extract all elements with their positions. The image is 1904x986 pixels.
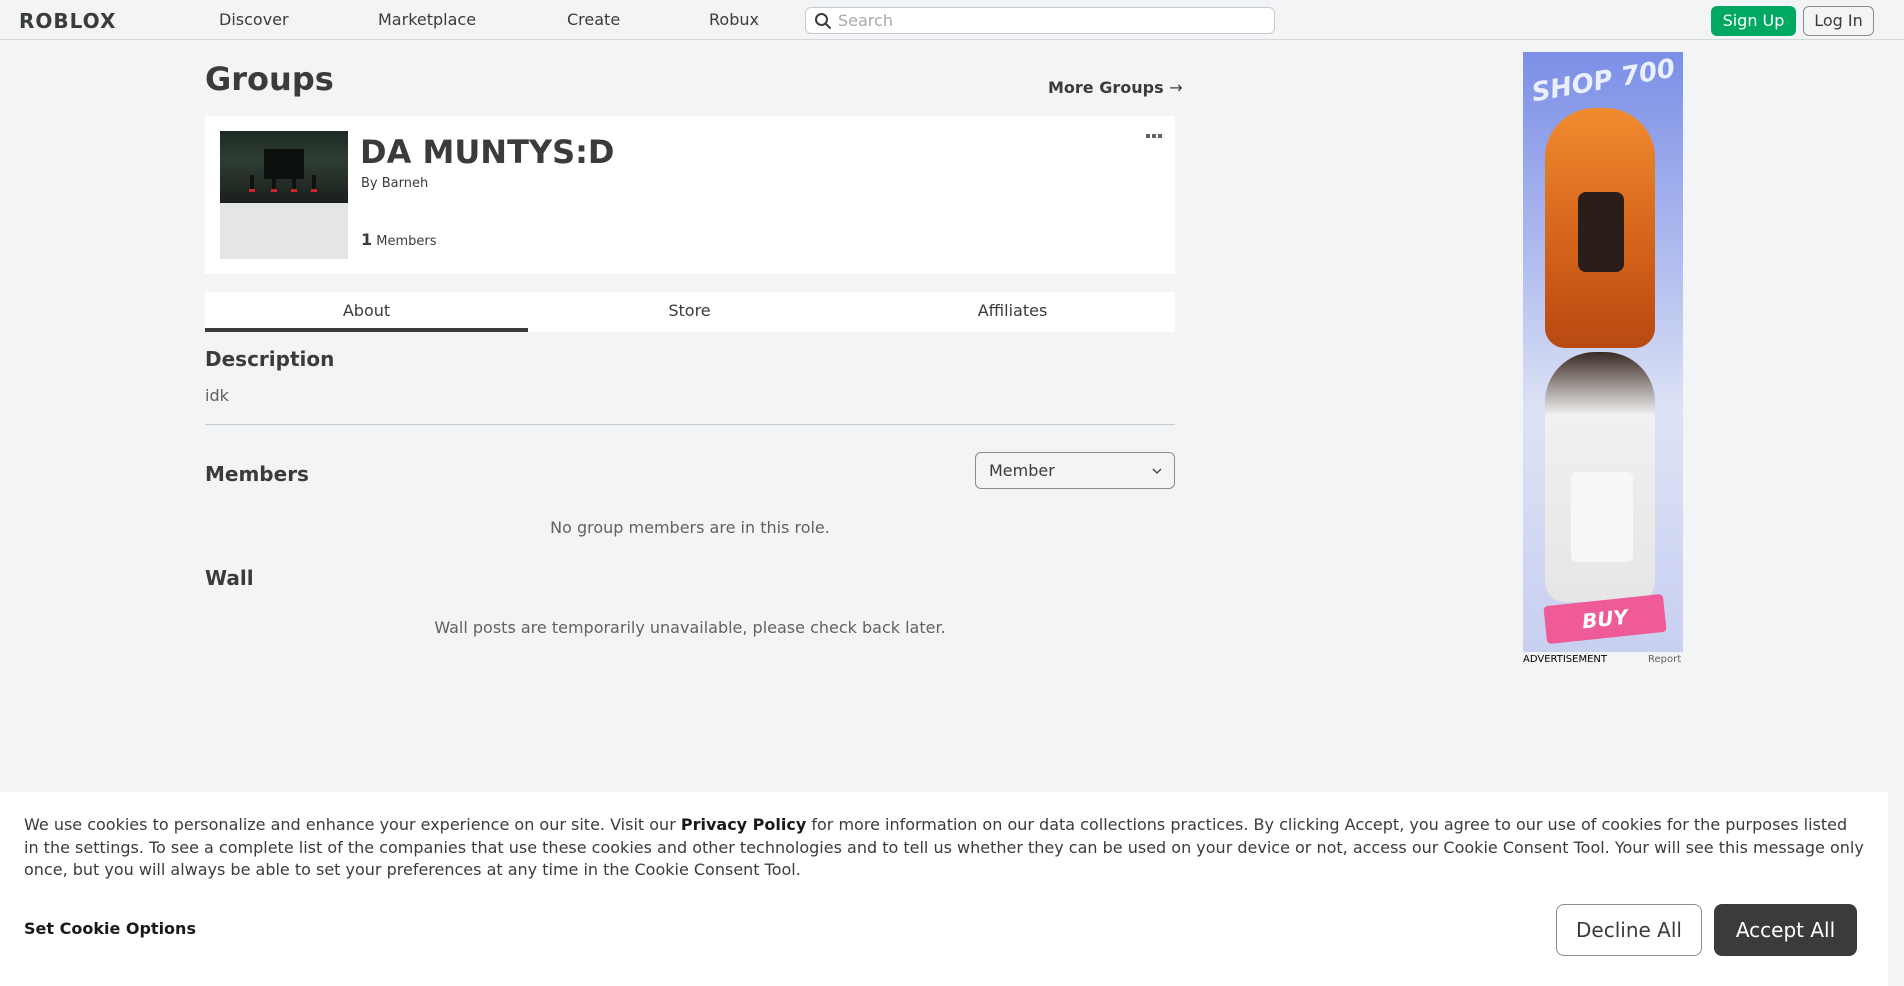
accept-all-button[interactable]: Accept All [1714,904,1857,956]
ad-avatar-top [1578,192,1624,272]
owner-link[interactable]: Barneh [382,176,428,191]
nav-marketplace[interactable]: Marketplace [378,10,476,29]
privacy-policy-link[interactable]: Privacy Policy [681,815,806,834]
group-thumbnail [220,131,348,259]
wall-unavailable-message: Wall posts are temporarily unavailable, … [434,618,946,637]
page-title: Groups [205,60,334,98]
tab-affiliates[interactable]: Affiliates [851,292,1174,332]
role-dropdown-value: Member [989,461,1055,480]
sign-up-button[interactable]: Sign Up [1711,6,1796,36]
no-members-message: No group members are in this role. [550,518,830,537]
member-count-label: Members [376,234,437,249]
divider [205,424,1175,425]
ad-shop-text: SHOP 700 [1529,53,1678,109]
search-icon [815,13,832,30]
search-input[interactable] [838,10,1258,31]
advertisement-label: ADVERTISEMENT [1523,654,1608,665]
group-owner: By Barneh [361,176,428,191]
wall-title: Wall [205,566,254,590]
cookie-text-before: We use cookies to personalize and enhanc… [24,815,676,834]
nav-discover[interactable]: Discover [219,10,289,29]
tab-about[interactable]: About [205,292,528,332]
member-count-number: 1 [361,230,373,249]
role-dropdown[interactable]: Member [975,452,1175,489]
tab-store[interactable]: Store [528,292,851,332]
advertisement-banner[interactable]: SHOP 700 BUY [1523,52,1683,652]
group-tabs: About Store Affiliates [205,292,1175,332]
more-options-icon[interactable] [1144,131,1164,141]
search-box[interactable] [805,7,1275,34]
decline-all-button[interactable]: Decline All [1556,904,1702,956]
group-emblem-image [220,131,348,203]
log-in-button[interactable]: Log In [1803,6,1874,36]
ad-avatar-shirt [1571,472,1633,562]
nav-robux[interactable]: Robux [709,10,759,29]
cookie-banner: We use cookies to personalize and enhanc… [0,792,1888,986]
members-title: Members [205,462,309,486]
group-member-count: 1 Members [361,230,437,249]
more-groups-label: More Groups [1048,78,1164,97]
set-cookie-options-link[interactable]: Set Cookie Options [24,919,196,938]
group-name: DA MUNTYS:D [360,133,615,171]
arrow-right-icon: → [1169,78,1183,97]
group-card: DA MUNTYS:D By Barneh 1 Members [205,116,1175,274]
by-label: By [361,176,378,191]
roblox-logo[interactable]: ROBLOX [19,9,116,33]
nav-create[interactable]: Create [567,10,620,29]
chevron-down-icon [1152,468,1162,474]
top-navigation: ROBLOX Discover Marketplace Create Robux… [0,0,1904,40]
cookie-message: We use cookies to personalize and enhanc… [24,814,1864,882]
report-ad-link[interactable]: Report [1648,654,1681,665]
more-groups-link[interactable]: More Groups → [1048,78,1183,97]
description-title: Description [205,347,335,371]
description-text: idk [205,386,229,405]
